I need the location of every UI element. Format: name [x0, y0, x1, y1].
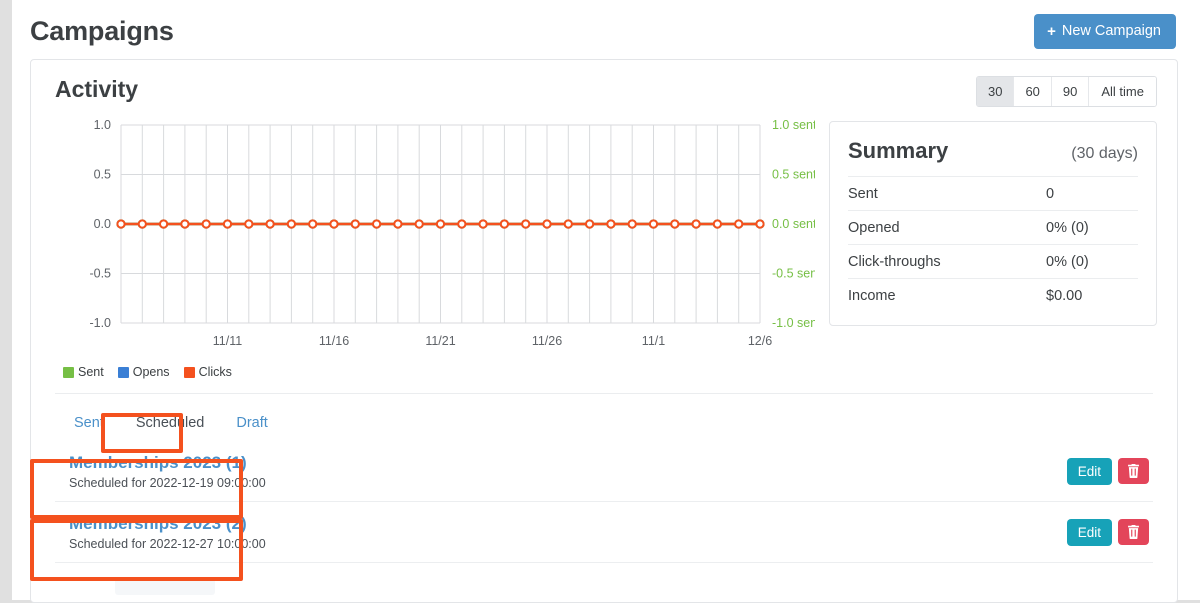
- campaign-schedule-text: Scheduled for 2022-12-19 09:00:00: [69, 475, 266, 490]
- campaign-info: Memberships 2023 (1) Scheduled for 2022-…: [69, 452, 266, 490]
- summary-panel: Summary (30 days) Sent 0 Opened 0% (0) C…: [829, 121, 1157, 326]
- campaign-tabs: Sent Scheduled Draft: [31, 394, 1177, 441]
- plus-icon: +: [1047, 22, 1056, 40]
- svg-text:0.0: 0.0: [94, 217, 111, 231]
- new-campaign-label: New Campaign: [1061, 23, 1161, 39]
- activity-chart: -1.0 -0.5 0.0 0.5 1.0 -1.0 sent -0.5 sent 0.0 s…: [55, 115, 815, 379]
- summary-value-sent: 0: [1046, 186, 1055, 202]
- page-root: Campaigns + New Campaign Activity 30 60 …: [12, 0, 1200, 603]
- page-header: Campaigns + New Campaign: [12, 0, 1200, 59]
- svg-text:-1.0: -1.0: [89, 316, 111, 330]
- legend-swatch-clicks: [183, 366, 195, 378]
- campaign-info: Memberships 2023 (2) Scheduled for 2022-…: [69, 513, 266, 551]
- summary-label-opened: Opened: [848, 220, 900, 236]
- svg-text:11/11: 11/11: [213, 334, 242, 348]
- summary-row-click-throughs: Click-throughs 0% (0): [848, 244, 1138, 278]
- legend-label-sent: Sent: [78, 365, 104, 379]
- tab-sent[interactable]: Sent: [59, 406, 119, 441]
- summary-value-opened: 0% (0): [1046, 220, 1089, 236]
- trash-icon: [1128, 525, 1139, 539]
- legend-label-clicks: Clicks: [198, 365, 232, 379]
- edit-button[interactable]: Edit: [1066, 518, 1112, 546]
- campaign-list: Memberships 2023 (1) Scheduled for 2022-…: [55, 441, 1153, 595]
- range-button-60[interactable]: 60: [1014, 77, 1052, 106]
- trash-icon: [1128, 464, 1139, 478]
- table-row[interactable]: Memberships 2023 (1) Scheduled for 2022-…: [55, 441, 1153, 502]
- loading-placeholder-bar: [115, 577, 215, 595]
- page-title: Campaigns: [30, 16, 174, 46]
- edit-button[interactable]: Edit: [1066, 457, 1112, 485]
- summary-value-click-throughs: 0% (0): [1046, 254, 1089, 270]
- delete-button[interactable]: [1118, 519, 1149, 545]
- activity-card-header: Activity 30 60 90 All time: [31, 60, 1177, 107]
- activity-chart-svg: -1.0 -0.5 0.0 0.5 1.0 -1.0 sent -0.5 sent 0.0 s…: [89, 118, 815, 348]
- tab-scheduled[interactable]: Scheduled: [120, 406, 220, 441]
- campaign-title-link[interactable]: Memberships 2023 (1): [69, 452, 266, 475]
- range-button-all-time[interactable]: All time: [1089, 77, 1156, 106]
- legend-item-sent: Sent: [63, 365, 104, 379]
- delete-button[interactable]: [1118, 458, 1149, 484]
- svg-text:-0.5 sent: -0.5 sent: [772, 267, 815, 281]
- campaign-title-link[interactable]: Memberships 2023 (2): [69, 513, 266, 536]
- time-range-selector[interactable]: 30 60 90 All time: [975, 76, 1157, 107]
- summary-period: (30 days): [1071, 145, 1138, 162]
- legend-swatch-opens: [117, 366, 129, 378]
- new-campaign-button[interactable]: + New Campaign: [1034, 14, 1176, 49]
- svg-text:-0.5: -0.5: [89, 267, 111, 281]
- activity-card: Activity 30 60 90 All time -1.0 -0.5 0.0 0.…: [30, 59, 1178, 603]
- range-button-90[interactable]: 90: [1051, 77, 1090, 106]
- svg-text:11/16: 11/16: [319, 334, 349, 348]
- summary-label-income: Income: [848, 288, 896, 304]
- svg-text:12/6: 12/6: [748, 334, 772, 348]
- summary-row-opened: Opened 0% (0): [848, 210, 1138, 244]
- summary-label-click-throughs: Click-throughs: [848, 254, 941, 270]
- row-actions: Edit: [1066, 457, 1153, 485]
- summary-value-income: $0.00: [1046, 288, 1083, 304]
- svg-text:11/1: 11/1: [642, 334, 665, 348]
- svg-text:-1.0 sent: -1.0 sent: [772, 316, 815, 330]
- summary-title: Summary: [848, 138, 949, 163]
- svg-text:11/21: 11/21: [425, 334, 455, 348]
- svg-text:0.5: 0.5: [94, 168, 111, 182]
- legend-swatch-sent: [63, 366, 74, 378]
- svg-text:11/26: 11/26: [532, 334, 562, 348]
- activity-body: -1.0 -0.5 0.0 0.5 1.0 -1.0 sent -0.5 sent 0.0 s…: [31, 107, 1177, 379]
- svg-text:1.0 sent: 1.0 sent: [772, 118, 815, 132]
- tab-draft[interactable]: Draft: [221, 406, 282, 441]
- legend-label-opens: Opens: [132, 365, 170, 379]
- summary-row-sent: Sent 0: [848, 176, 1138, 210]
- svg-text:1.0: 1.0: [94, 118, 111, 132]
- legend-item-opens: Opens: [117, 365, 170, 379]
- summary-row-income: Income $0.00: [848, 278, 1138, 312]
- summary-label-sent: Sent: [848, 186, 878, 202]
- activity-title: Activity: [55, 76, 139, 102]
- chart-legend: Sent Opens Clicks: [55, 355, 815, 379]
- table-row[interactable]: Memberships 2023 (2) Scheduled for 2022-…: [55, 502, 1153, 563]
- row-actions: Edit: [1066, 518, 1153, 546]
- svg-text:0.5 sent: 0.5 sent: [772, 168, 815, 182]
- campaign-schedule-text: Scheduled for 2022-12-27 10:00:00: [69, 536, 266, 551]
- summary-header: Summary (30 days): [848, 126, 1138, 176]
- range-button-30[interactable]: 30: [976, 77, 1015, 106]
- svg-text:0.0 sent: 0.0 sent: [772, 217, 815, 231]
- legend-item-clicks: Clicks: [183, 365, 232, 379]
